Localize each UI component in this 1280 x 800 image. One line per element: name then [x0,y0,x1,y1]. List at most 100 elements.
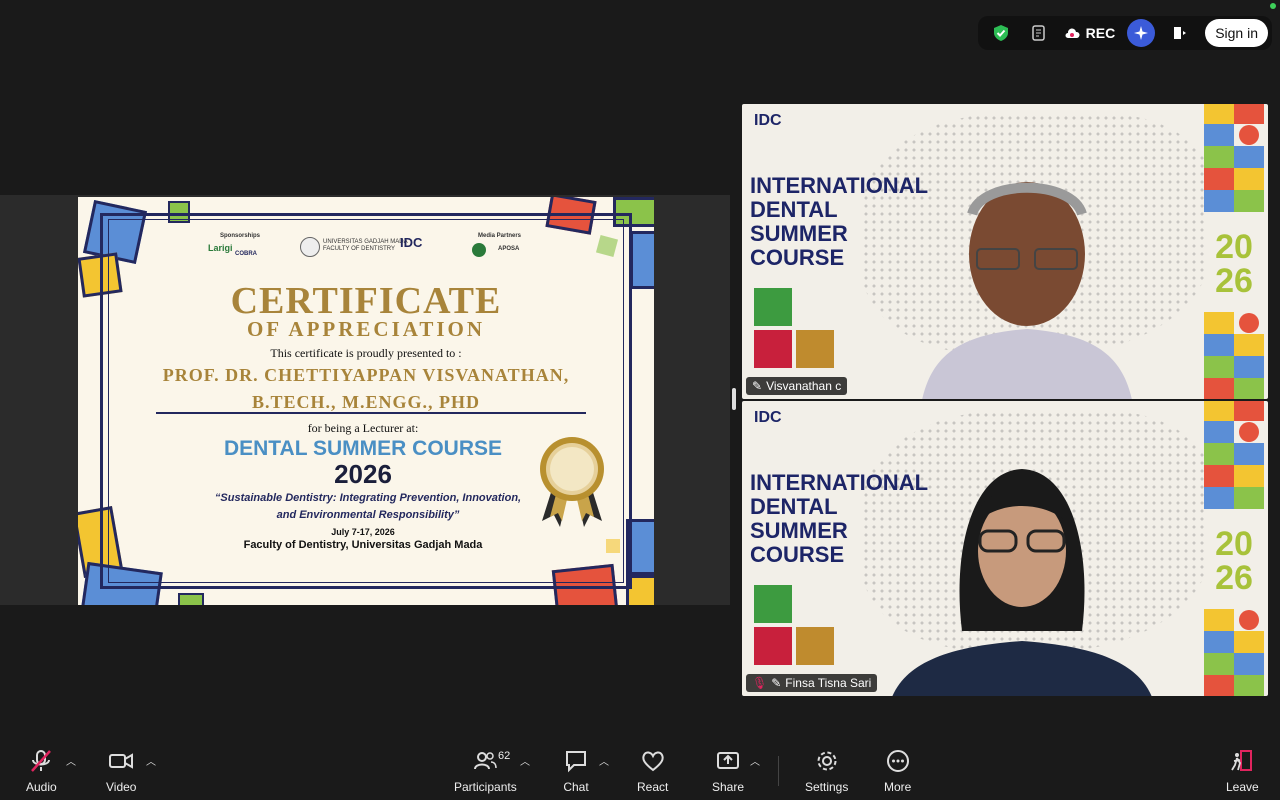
sdg-badge-4 [754,627,792,665]
exit-fullscreen-icon[interactable] [1167,20,1193,46]
connection-status-dot [1270,3,1276,9]
share-options-chevron-icon[interactable]: ︿ [750,753,760,768]
top-controls: REC Sign in [977,16,1272,50]
participants-count: 62 [498,750,511,762]
rec-label: REC [1085,25,1116,41]
year-top: 20 [1215,525,1253,563]
sparkle-icon [1134,26,1149,40]
pin-icon: ✎ [771,676,782,690]
participants-label: Participants [454,780,517,794]
chat-button[interactable]: Chat [563,748,589,794]
video-tile[interactable]: IDC INTERNATIONAL DENTAL SUMMER COURSE 2… [742,401,1268,696]
participants-options-chevron-icon[interactable]: ︿ [520,753,530,768]
audio-button[interactable]: Audio [26,748,57,794]
react-label: React [637,780,669,794]
video-button[interactable]: Video [106,748,136,794]
certificate-slide: Sponsorships Larigi COBRA UNIVERSITAS GA… [78,197,654,605]
leave-label: Leave [1226,780,1259,794]
background-year: 20 26 [1204,527,1264,595]
course-faculty: Faculty of Dentistry, Universitas Gadjah… [243,539,483,551]
leave-button[interactable]: Leave [1226,748,1259,794]
participants-icon [474,752,498,770]
media-partner-name: APOSA [498,246,520,252]
decor-square [178,593,204,605]
year-top: 20 [1215,228,1253,266]
chat-bubble-icon [566,751,586,773]
share-screen-icon [717,752,740,769]
participant-name: Finsa Tisna Sari [785,676,872,690]
share-button[interactable]: Share [712,748,744,794]
sdg-badge-12 [796,627,834,665]
heart-icon [641,751,664,772]
audio-label: Audio [26,780,57,794]
theme-line-1: “Sustainable Dentistry: Integrating Prev… [214,492,522,504]
cloud-icon [1065,28,1080,38]
sdg-badge-3 [754,585,792,623]
course-name: DENTAL SUMMER COURSE [223,437,503,460]
presented-text: This certificate is proudly presented to… [270,346,462,360]
background-year: 20 26 [1204,230,1264,298]
leave-door-icon [1231,750,1253,771]
recipient-degrees: B.TECH., M.ENGG., PHD [251,392,480,412]
react-button[interactable]: React [637,748,668,794]
settings-button[interactable]: Settings [805,748,848,794]
video-options-chevron-icon[interactable]: ︿ [146,753,156,768]
background-title: INTERNATIONAL DENTAL SUMMER COURSE [750,174,928,270]
sdg-badge-3 [754,288,792,326]
participant-video [922,182,1132,399]
settings-label: Settings [805,780,849,794]
gear-icon [817,751,837,771]
cloud-record-indicator[interactable]: REC [1064,25,1116,41]
sdg-badge-12 [796,330,834,368]
faculty-name: FACULTY OF DENTISTRY [323,246,396,252]
idc-logo-small: IDC [754,409,782,426]
lecturer-text: for being a Lecturer at: [307,421,419,435]
year-bottom: 26 [1215,559,1253,597]
chat-options-chevron-icon[interactable]: ︿ [599,753,609,768]
ai-companion-button[interactable] [1127,19,1156,47]
bg-title-line: INTERNATIONAL [750,173,929,198]
pin-icon: ✎ [752,379,763,393]
media-partner-label: Media Partners [478,233,522,239]
participant-name-tag: 🎙 ✎ Finsa Tisna Sari [746,674,878,692]
bg-title-line: DENTAL [750,197,838,222]
toolbar-divider [778,756,779,786]
share-label: Share [712,780,745,794]
idc-logo-small: IDC [754,112,782,129]
sdg-badge-4 [754,330,792,368]
meeting-toolbar: Audio ︿ Video ︿ Participants 62 ︿ Chat ︿… [0,740,1280,800]
bg-title-line: COURSE [750,245,845,270]
video-camera-icon [109,753,134,769]
theme-line-2: and Environmental Responsibility” [276,509,460,521]
audio-options-chevron-icon[interactable]: ︿ [66,753,76,768]
idc-logo: IDC [400,235,423,250]
participant-video [892,469,1152,696]
recipient-name: PROF. DR. CHETTIYAPPAN VISVANATHAN, [162,365,570,385]
video-label: Video [106,780,137,794]
media-partner-logo-icon [472,243,486,257]
name-underline [156,412,586,414]
participant-name-tag: ✎ Visvanathan c [746,377,848,395]
course-dates: July 7-17, 2026 [331,527,395,537]
year-bottom: 26 [1215,262,1253,300]
course-year: 2026 [334,459,392,489]
muted-microphone-icon [31,750,52,772]
sign-in-button[interactable]: Sign in [1205,19,1268,47]
panel-resize-handle[interactable] [732,388,736,410]
notes-icon[interactable] [1026,20,1052,46]
sponsor-logo-2: COBRA [235,251,257,257]
sponsorship-label: Sponsorships [220,233,261,239]
university-seal-icon [300,237,320,257]
video-tile[interactable]: IDC INTERNATIONAL DENTAL SUMMER COURSE 2… [742,104,1268,399]
chat-label: Chat [563,780,589,794]
university-name: UNIVERSITAS GADJAH MADA [323,239,408,245]
shield-check-icon[interactable] [988,20,1014,46]
more-label: More [884,780,912,794]
logo-row: Sponsorships Larigi COBRA UNIVERSITAS GA… [78,233,654,263]
participant-name: Visvanathan c [766,379,842,393]
course-theme: “Sustainable Dentistry: Integrating Prev… [198,490,538,524]
more-button[interactable]: More [884,748,911,794]
sponsor-logo-1: Larigi [208,243,233,253]
muted-mic-icon: 🎙 [752,676,768,690]
medal-icon [540,437,604,527]
